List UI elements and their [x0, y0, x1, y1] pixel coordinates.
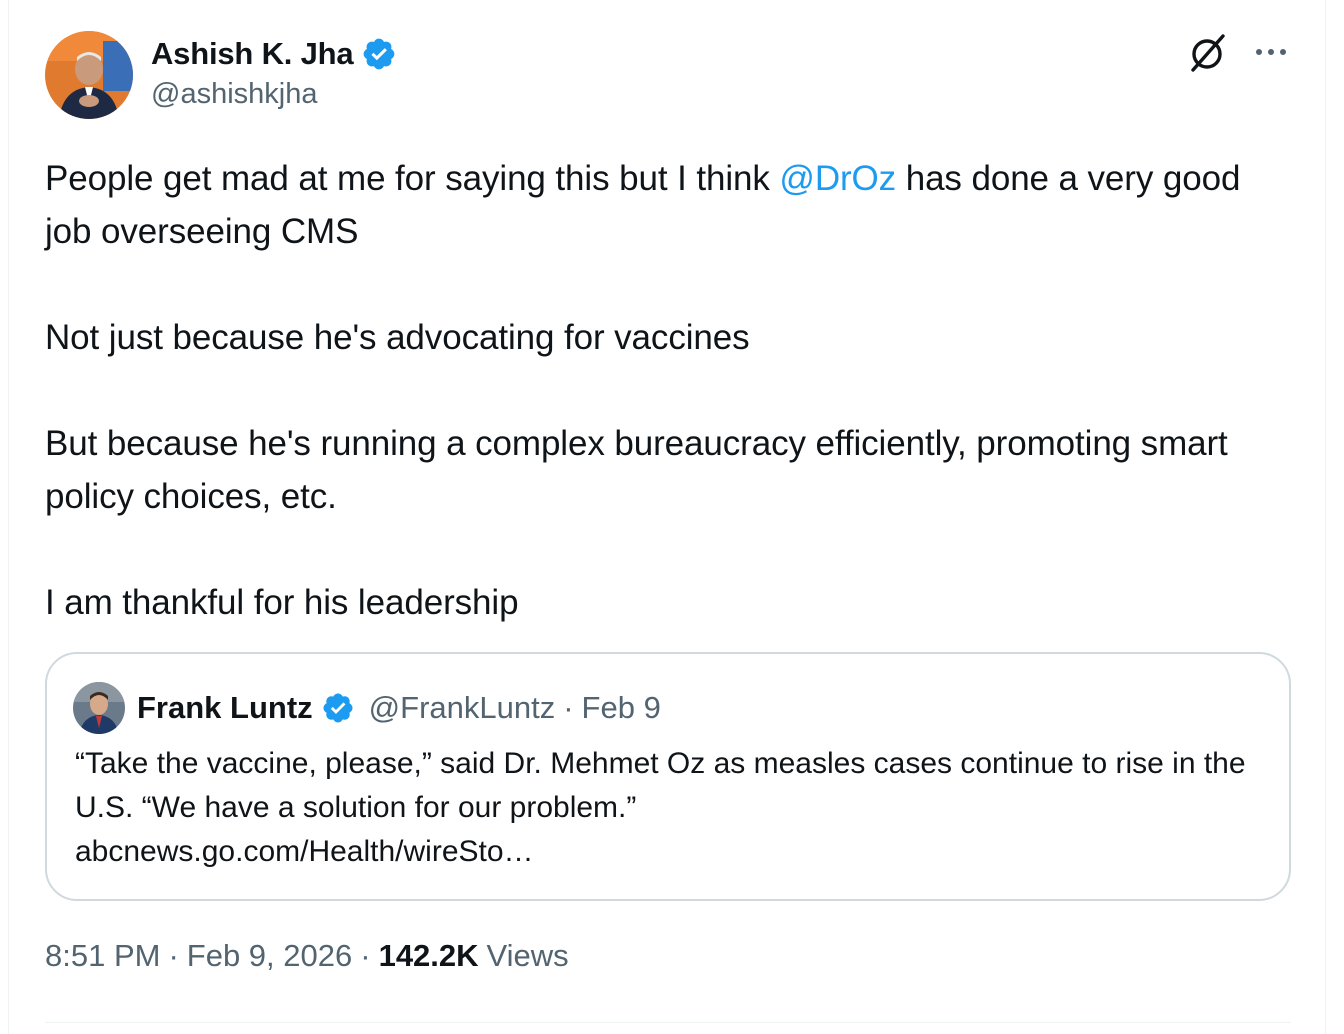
views-count: 142.2K: [378, 938, 479, 973]
verified-badge-icon: [323, 693, 353, 723]
quoted-handle[interactable]: @FrankLuntz: [369, 690, 556, 726]
grok-icon[interactable]: [1185, 30, 1229, 74]
tweet-meta: 8:51 PM · Feb 9, 2026 · 142.2K Views: [45, 938, 569, 974]
tweet-time[interactable]: 8:51 PM: [45, 938, 160, 974]
quoted-tweet[interactable]: Frank Luntz @FrankLuntz · Feb 9 “Take th…: [45, 652, 1291, 901]
tweet-text: People get mad at me for saying this but…: [45, 152, 1265, 629]
tweet-paragraph-2: Not just because he's advocating for vac…: [45, 318, 750, 357]
quoted-header: Frank Luntz @FrankLuntz · Feb 9: [137, 686, 661, 730]
tweet-date[interactable]: Feb 9, 2026: [187, 938, 352, 974]
tweet-paragraph-3: But because he's running a complex burea…: [45, 424, 1228, 516]
verified-badge-icon[interactable]: [361, 36, 397, 72]
divider: [45, 1022, 1291, 1023]
quoted-link[interactable]: abcnews.go.com/Health/wireSto…: [75, 830, 1265, 874]
author-display-name[interactable]: Ashish K. Jha: [151, 36, 354, 72]
author-avatar[interactable]: [45, 31, 133, 119]
tweet-text-segment: People get mad at me for saying this but…: [45, 159, 780, 198]
separator-dot: ·: [360, 938, 371, 973]
person-photo-avatar-icon: [73, 682, 125, 734]
separator-dot: ·: [563, 690, 574, 725]
tweet-paragraph-1: People get mad at me for saying this but…: [45, 152, 1265, 258]
quoted-text-body: “Take the vaccine, please,” said Dr. Meh…: [75, 747, 1246, 824]
quoted-display-name[interactable]: Frank Luntz: [137, 690, 313, 726]
more-horizontal-icon[interactable]: [1251, 36, 1291, 68]
quoted-text: “Take the vaccine, please,” said Dr. Meh…: [75, 742, 1265, 874]
author-handle[interactable]: @ashishkjha: [151, 78, 317, 111]
separator-dot: ·: [168, 938, 179, 973]
person-photo-avatar-icon: [45, 31, 133, 119]
mention-link[interactable]: @DrOz: [779, 159, 896, 198]
tweet-card: Ashish K. Jha @ashishkjha People get mad…: [8, 0, 1326, 1034]
views-label: Views: [486, 938, 569, 973]
quoted-author-avatar[interactable]: [73, 682, 125, 734]
tweet-paragraph-4: I am thankful for his leadership: [45, 583, 519, 622]
author-name-row: Ashish K. Jha: [151, 32, 397, 76]
quoted-date[interactable]: Feb 9: [582, 690, 661, 726]
